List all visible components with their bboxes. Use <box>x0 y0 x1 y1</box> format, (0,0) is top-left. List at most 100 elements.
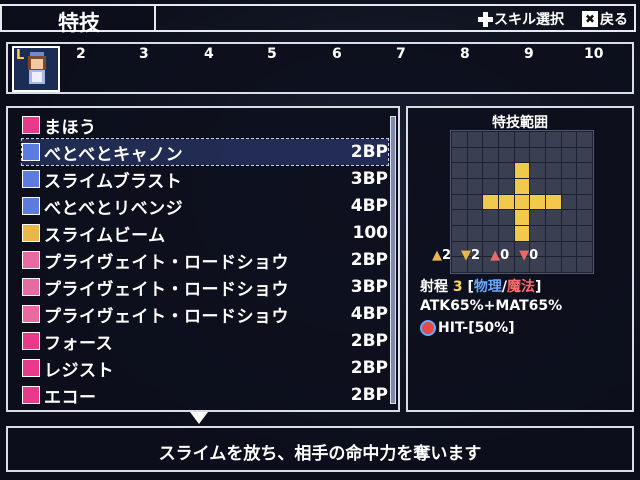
grid-cell <box>452 179 467 194</box>
grid-cell <box>499 226 514 241</box>
grid-cell <box>483 132 498 147</box>
grid-cell <box>530 163 545 178</box>
description-panel: スライムを放ち、相手の命中力を奪います <box>6 426 634 472</box>
skill-row-7[interactable]: フォース 2BP <box>22 328 388 354</box>
skill-row-8[interactable]: レジスト 2BP <box>22 355 388 381</box>
hit-info: HIT-[50%] <box>420 320 515 336</box>
back-hint[interactable]: ✖ 戻る <box>582 9 628 29</box>
stat-left: ▲0 <box>490 248 510 263</box>
skill-row-9[interactable]: エコー 2BP <box>22 382 388 408</box>
beam-icon <box>22 224 40 242</box>
up-arrow-icon: ▲ <box>432 248 442 263</box>
party-slot-6[interactable]: 6 <box>332 46 342 62</box>
party-slot-9[interactable]: 9 <box>524 46 534 62</box>
left-arrow-icon: ▲ <box>490 248 501 263</box>
skill-cost: 2BP <box>350 385 388 405</box>
grid-cell <box>561 226 577 241</box>
stat-right: ▼0 <box>519 248 539 263</box>
skill-row-3[interactable]: スライムビーム 100 <box>22 220 388 246</box>
skill-name: プライヴェイト・ロードショウ <box>44 279 289 300</box>
party-slot-2[interactable]: 2 <box>76 46 86 62</box>
grid-cell <box>561 163 577 178</box>
range-title: 特技範囲 <box>492 115 548 131</box>
grid-cell <box>467 147 483 163</box>
scrollbar[interactable] <box>390 116 396 404</box>
type-close-bracket: ] <box>535 279 542 295</box>
skill-row-4[interactable]: プライヴェイト・ロードショウ 2BP <box>22 247 388 273</box>
skill-name: べとべとキャノン <box>44 144 184 165</box>
note-plus2-icon <box>22 305 40 323</box>
grid-cell <box>546 241 561 257</box>
skill-row-6[interactable]: プライヴェイト・ロードショウ 4BP <box>22 301 388 327</box>
type-physical: 物理 <box>473 279 502 295</box>
grid-cell <box>452 147 467 163</box>
grid-cell <box>530 132 545 147</box>
grid-cell <box>467 194 483 210</box>
skill-cost: 4BP <box>350 196 388 216</box>
party-slot-7[interactable]: 7 <box>396 46 406 62</box>
grid-cell <box>577 226 592 241</box>
skill-row-5[interactable]: プライヴェイト・ロードショウ 3BP <box>22 274 388 300</box>
grid-cell <box>577 147 592 163</box>
grid-cell <box>452 226 467 241</box>
grid-cell <box>577 257 592 272</box>
skill-cost: 2BP <box>350 142 388 162</box>
skill-select-hint[interactable]: スキル選択 <box>478 9 564 29</box>
skill-cost: 2BP <box>350 250 388 270</box>
skill-row-0[interactable]: べとべとキャノン 2BP <box>21 138 389 166</box>
grid-cell <box>499 179 514 194</box>
grid-cell <box>452 163 467 178</box>
category-label: まほう <box>44 117 97 138</box>
scroll-down-arrow-icon[interactable] <box>190 412 208 424</box>
party-slot-5[interactable]: 5 <box>267 46 277 62</box>
skill-row-1[interactable]: スライムブラスト 3BP <box>22 166 388 192</box>
skill-cost: 4BP <box>350 304 388 324</box>
orb-icon <box>22 197 40 215</box>
grid-cell <box>467 210 483 225</box>
grid-cell <box>452 210 467 225</box>
stat-up: ▲2 <box>432 248 452 263</box>
grid-cell <box>452 194 467 210</box>
range-stats: ▲2 ▼2 ▲0 ▼0 <box>432 248 538 263</box>
grid-cell <box>561 210 577 225</box>
grid-cell <box>514 147 530 163</box>
skill-name: レジスト <box>44 360 114 381</box>
down-arrow-icon: ▼ <box>461 248 472 263</box>
grid-cell <box>514 194 530 210</box>
skill-description: スライムを放ち、相手の命中力を奪います <box>158 444 482 464</box>
grid-cell <box>530 210 545 225</box>
party-slot-10[interactable]: 10 <box>584 46 603 62</box>
grid-cell <box>483 179 498 194</box>
party-slot-4[interactable]: 4 <box>204 46 214 62</box>
grid-cell <box>514 179 530 194</box>
grid-cell <box>546 163 561 178</box>
grid-cell <box>452 132 467 147</box>
leader-slot[interactable]: L <box>12 46 60 92</box>
atk-mat: ATK65%+MAT65% <box>420 298 563 314</box>
grid-cell <box>561 132 577 147</box>
grid-cell <box>499 147 514 163</box>
grid-cell <box>546 210 561 225</box>
character-portrait-icon <box>28 52 46 84</box>
back-label: 戻る <box>600 12 628 28</box>
category-magic-icon <box>22 116 40 134</box>
grid-cell <box>514 210 530 225</box>
note-plus1-icon <box>22 278 40 296</box>
party-slot-8[interactable]: 8 <box>460 46 470 62</box>
skill-cost: 100 <box>352 223 389 243</box>
grid-cell <box>561 257 577 272</box>
skill-name: フォース <box>44 333 114 354</box>
grid-cell <box>530 179 545 194</box>
grid-cell <box>577 163 592 178</box>
grid-cell <box>561 147 577 163</box>
skill-cost: 3BP <box>350 169 388 189</box>
skill-name: スライムブラスト <box>44 171 183 192</box>
range-value: 3 <box>452 279 463 295</box>
skill-cost: 2BP <box>350 358 388 378</box>
grid-cell <box>577 179 592 194</box>
skill-row-2[interactable]: べとべとリベンジ 4BP <box>22 193 388 219</box>
skill-name: べとべとリベンジ <box>44 198 184 219</box>
grid-cell <box>530 226 545 241</box>
party-slot-3[interactable]: 3 <box>139 46 149 62</box>
grid-cell <box>561 179 577 194</box>
